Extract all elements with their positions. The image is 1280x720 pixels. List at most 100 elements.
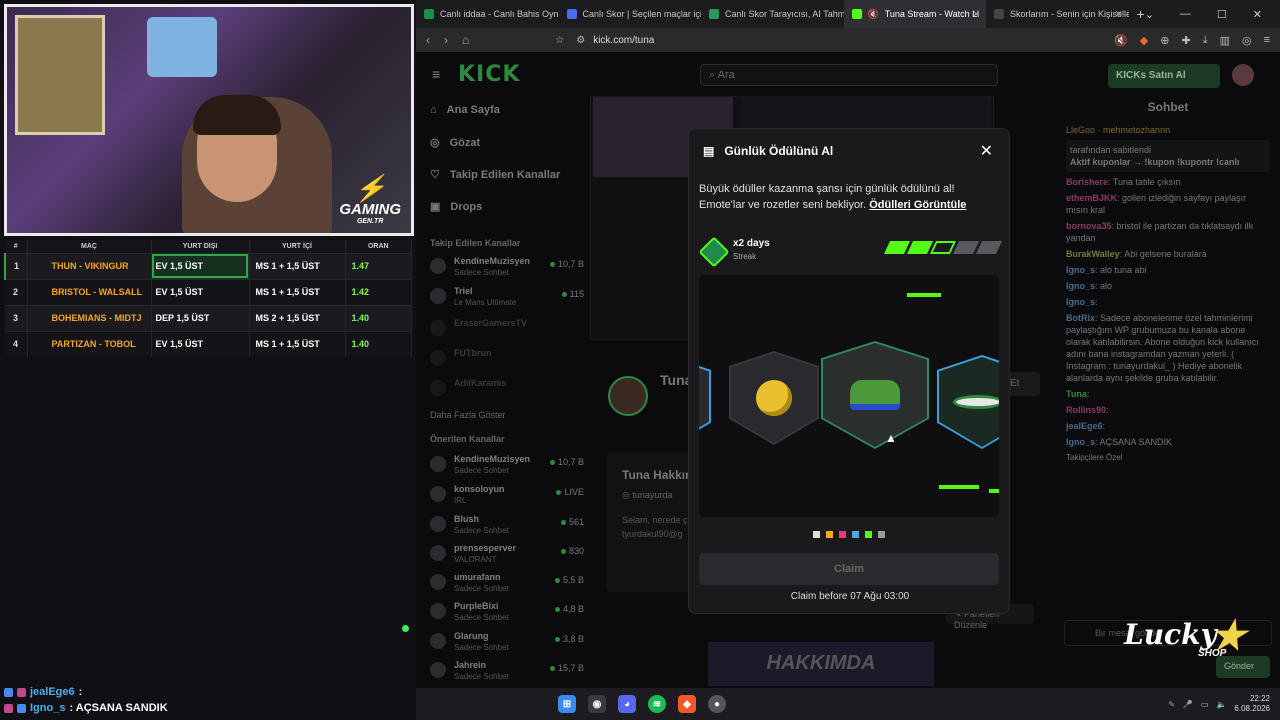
brave-shield-icon[interactable]: ◆ [1140,34,1148,47]
bookmark-icon[interactable]: ☆ [555,35,564,46]
tab-canli-skor[interactable]: Canlı Skor | Seçilen maçlar için [559,0,701,28]
pen-icon[interactable]: ✎ [1168,700,1175,709]
chat-message: bornova35: bristol ile partizan da tıkla… [1066,221,1254,243]
tab-favicon-icon [566,9,577,19]
recommended-channel[interactable]: umurafann Sadece Sohbet 5,5 B [430,572,584,598]
brave-icon[interactable]: ◆ [678,695,696,713]
mute-icon[interactable]: 🔇 [868,9,879,20]
bet-num: 4 [5,330,28,357]
home-icon: ⌂ [430,104,437,116]
volume-icon[interactable]: 🔈 [1216,700,1226,709]
carousel-dot[interactable] [813,531,820,538]
obs-icon[interactable]: ● [708,695,726,713]
kick-favicon-icon [851,9,862,19]
chrome-icon[interactable]: ◉ [588,695,606,713]
chat-message: Borishere: Tuna tatile çıksın [1066,177,1181,187]
recommended-channel[interactable]: Glarung Sadece Sohbet 3,8 B [430,631,584,657]
home-icon[interactable]: ⌂ [462,33,469,47]
bet-match: PARTIZAN - TOBOL [27,330,152,357]
recommended-channel[interactable]: konsoloyun IRL LIVE [430,484,584,510]
nav-browse[interactable]: ◎ Gözat [430,136,480,150]
carousel-dot[interactable] [852,531,859,538]
chat-message: Igno_s: alo [1066,281,1113,291]
close-tab-icon[interactable]: ✕ [1115,9,1123,20]
tab-skorlarim[interactable]: Skorlarım - Senin için Kişiselleş ✕ [986,0,1129,28]
channel-avatar[interactable] [608,376,648,416]
system-clock[interactable]: 22:22 6.08.2026 [1234,694,1270,714]
user-avatar[interactable] [1232,64,1254,86]
bet-num: 3 [5,304,28,331]
bet-odds: 1.40 [345,330,412,357]
minimize-icon[interactable]: — [1180,8,1191,21]
new-tab-icon[interactable]: + [1129,6,1145,22]
pepe-emote-icon [823,343,927,447]
url-text[interactable]: kick.com/tuna [593,35,654,46]
maximize-icon[interactable]: ☐ [1217,8,1227,21]
carousel-dot[interactable] [839,531,846,538]
reward-card[interactable] [699,355,711,449]
chat-message: BotRix: Sadece abonelerime özel tahminle… [1066,313,1259,383]
view-rewards-link[interactable]: Ödülleri Görüntüle [869,199,966,211]
tab-canli-iddaa[interactable]: Canlı iddaa - Canlı Bahis Oyna | [416,0,559,28]
microphone-icon[interactable]: 🎤 [1183,700,1193,709]
chevron-down-icon[interactable]: ⌄ [1145,8,1154,21]
followed-channel[interactable]: KendineMuzisyen Sadece Sohbet 10,7 B [430,256,584,282]
reward-card[interactable] [937,355,999,449]
streak-segment [929,241,957,254]
extension-icon[interactable]: ⊕ [1160,34,1169,47]
recommended-channel[interactable]: prensesperver VALORANT 830 [430,543,584,569]
buy-kicks-button[interactable]: KICKs Satın Al [1108,64,1220,88]
carousel-dot[interactable] [878,531,885,538]
streak-label: Streak [733,252,757,261]
live-indicator-dot [402,625,409,632]
nav-drops[interactable]: ▣ Drops [430,200,482,214]
recommended-channel[interactable]: Blush Sadece Sohbet 561 [430,514,584,540]
claim-button[interactable]: Claim [699,553,999,585]
close-tab-icon[interactable]: ✕ [972,9,980,20]
forward-icon[interactable]: › [444,33,448,47]
sidebar-icon[interactable]: ▥ [1220,34,1230,47]
carousel-dot[interactable] [865,531,872,538]
chat-panel: Sohbet LleGoo · mehmetozhannn tarafından… [1056,100,1280,688]
network-icon[interactable]: ▭ [1201,700,1209,709]
kick-logo[interactable]: KICK [458,62,520,87]
nav-following[interactable]: ♡ Takip Edilen Kanallar [430,168,560,182]
recommended-channel[interactable]: Jahrein Sadece Sohbet 15,7 B [430,660,584,686]
download-icon[interactable]: ⤓ [1203,34,1208,47]
back-icon[interactable]: ‹ [426,33,430,47]
nav-home[interactable]: ⌂ Ana Sayfa [430,104,500,116]
stream-chat-overlay: jealEge6 : Igno_s : AÇSANA SANDIK [0,684,416,720]
close-icon[interactable]: ✕ [980,141,993,161]
modal-description: Büyük ödüller kazanma şansı için günlük … [699,183,967,211]
site-settings-icon[interactable]: ⚙ [576,35,585,46]
followed-channel[interactable]: Triel Le Mans Ultimate 115 [430,286,584,312]
followed-channel[interactable]: AdilKaramis [430,378,580,404]
carousel-dot[interactable] [826,531,833,538]
show-more-link[interactable]: Daha Fazla Göster [430,410,506,420]
mute-site-icon[interactable]: 🔇 [1114,34,1128,47]
hamburger-icon[interactable]: ≡ [432,66,440,82]
tab-skor-tarayici[interactable]: Canlı Skor Tarayıcısı, AI Tahmini [701,0,844,28]
close-window-icon[interactable]: ✕ [1253,8,1262,21]
wallet-icon[interactable]: ◎ [1242,34,1252,47]
menu-icon[interactable]: ≡ [1264,34,1270,47]
col-match: MAÇ [27,240,152,253]
tab-tuna-stream[interactable]: 🔇 Tuna Stream - Watch Li ✕ [843,0,986,28]
search-input[interactable]: ⌕ Ara [700,64,998,86]
reward-card[interactable] [729,351,819,445]
chat-message: Igno_s: AÇSANA SANDIK [1066,437,1173,447]
tab-favicon-icon [994,9,1004,19]
windows-start-icon[interactable]: ⊞ [558,695,576,713]
streamer-hair [193,95,281,135]
spotify-icon[interactable]: ≋ [648,695,666,713]
puzzle-icon[interactable]: ✚ [1181,34,1190,47]
tab-bar: Canlı iddaa - Canlı Bahis Oyna | Canlı S… [416,0,1280,28]
discord-icon[interactable]: ◕ [618,695,636,713]
recommended-channel[interactable]: KendineMuzisyen Sadece Sohbet 10,7 B [430,454,584,480]
bet-row: 4 PARTIZAN - TOBOL EV 1,5 ÜST MS 1 + 1,5… [5,330,412,357]
stream-overlay-panel: ⚡ GAMING GEN.TR # MAÇ YURT DIŞI YURT İÇİ… [0,0,416,720]
reward-card-selected[interactable] [821,341,929,449]
recommended-channel[interactable]: PurpleBixi Sadece Sohbet 4,8 B [430,601,584,627]
followed-channel[interactable]: FUTbrun [430,348,580,374]
followed-channel[interactable]: EraserGamersTV [430,318,580,344]
